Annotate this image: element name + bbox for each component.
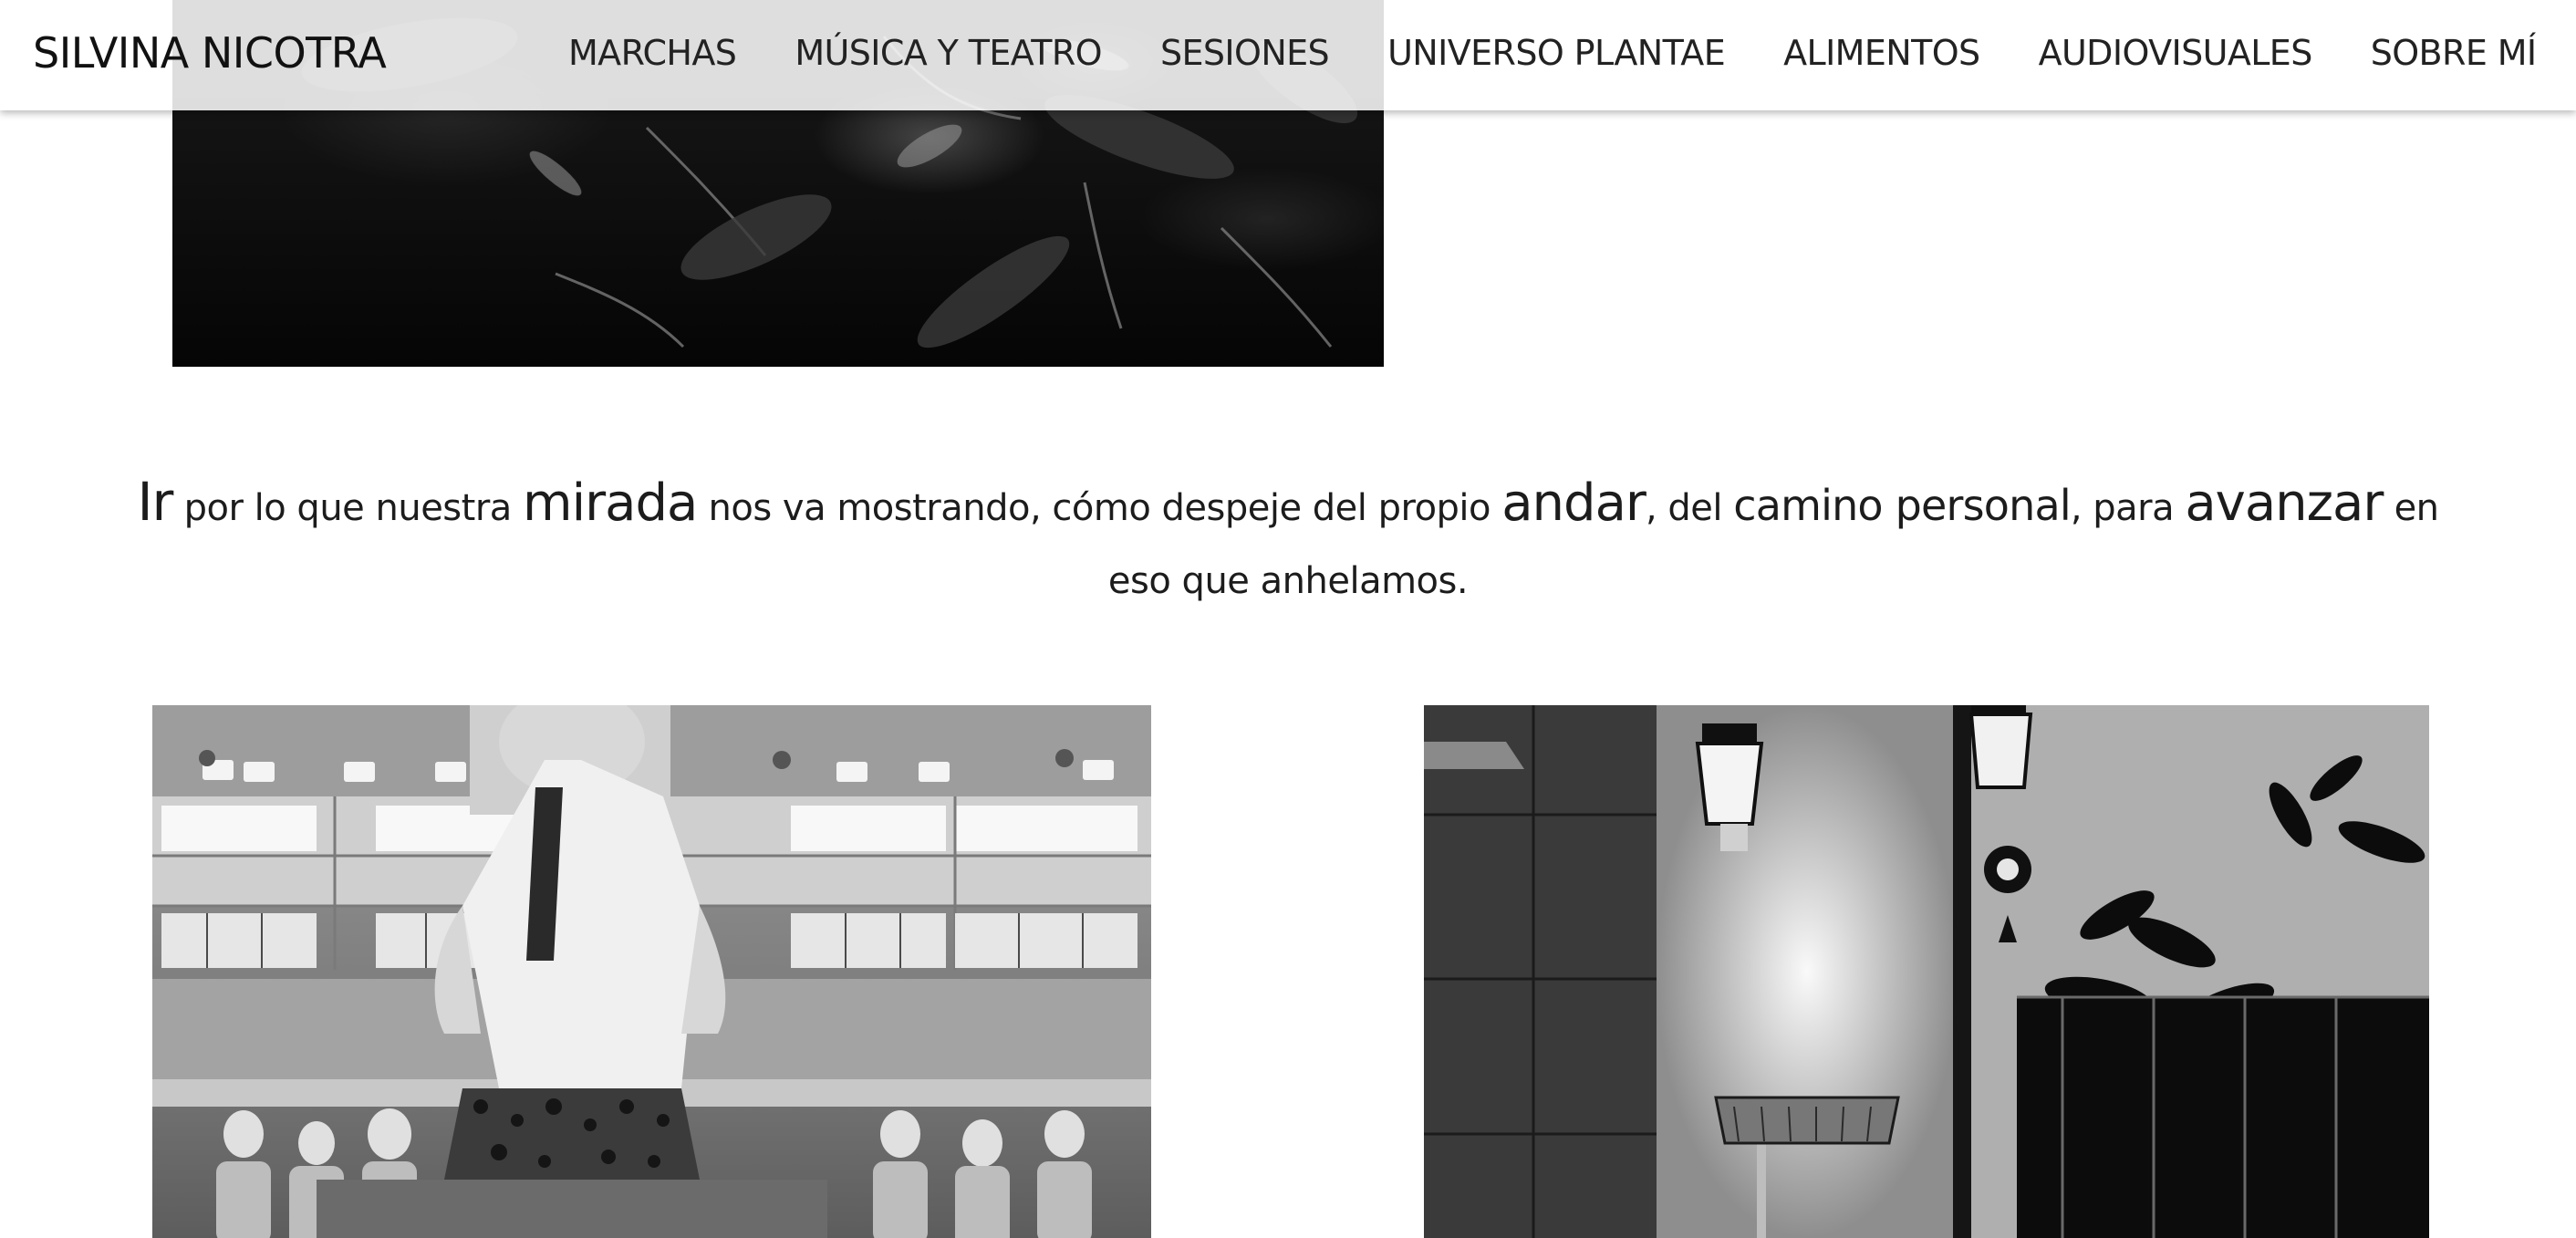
nav-item-audiovisuales[interactable]: AUDIOVISUALES xyxy=(2039,29,2313,77)
site-logo-link[interactable]: SILVINA NICOTRA xyxy=(33,27,387,78)
tagline-text: nos va mostrando, cómo despeje del propi… xyxy=(697,487,1502,529)
nav-item-musica-y-teatro[interactable]: MÚSICA Y TEATRO xyxy=(795,29,1102,77)
tagline-emphasis-avanzar: avanzar xyxy=(2185,473,2384,533)
site-header: SILVINA NICOTRA MARCHAS MÚSICA Y TEATRO … xyxy=(0,0,2576,110)
tagline-text: por lo que nuestra xyxy=(172,487,524,529)
tagline-emphasis-andar: andar xyxy=(1501,473,1646,533)
nav-item-sobre-mi[interactable]: SOBRE MÍ xyxy=(2371,29,2537,77)
nav-item-alimentos[interactable]: ALIMENTOS xyxy=(1783,29,1980,77)
nav-item-universo-plantae[interactable]: UNIVERSO PLANTAE xyxy=(1387,29,1726,77)
dance-class-photo-graphic xyxy=(152,705,1151,1238)
tagline-text: , para xyxy=(2070,487,2186,529)
lamp-broom-photo-graphic xyxy=(1424,705,2429,1238)
dance-class-photo[interactable] xyxy=(152,705,1151,1238)
lamp-broom-photo[interactable] xyxy=(1424,705,2429,1238)
tagline-text: , del xyxy=(1645,487,1734,529)
page: SILVINA NICOTRA MARCHAS MÚSICA Y TEATRO … xyxy=(0,0,2576,1238)
tagline-emphasis-camino-personal: camino personal xyxy=(1733,481,2071,530)
tagline-emphasis-ir: Ir xyxy=(137,471,173,533)
tagline-paragraph: Ir por lo que nuestra mirada nos va most… xyxy=(137,465,2439,618)
nav-item-sesiones[interactable]: SESIONES xyxy=(1160,29,1330,77)
tagline-emphasis-mirada: mirada xyxy=(523,473,698,533)
nav-item-marchas[interactable]: MARCHAS xyxy=(568,29,737,77)
main-nav: MARCHAS MÚSICA Y TEATRO SESIONES UNIVERS… xyxy=(568,29,2537,77)
